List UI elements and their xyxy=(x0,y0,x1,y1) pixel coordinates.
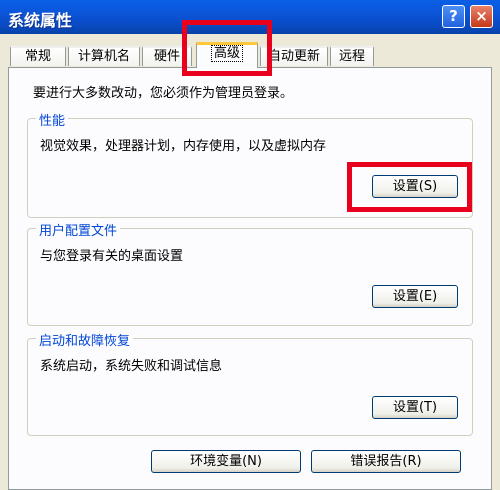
tab-general[interactable]: 常规 xyxy=(10,46,66,66)
startup-recovery-description: 系统启动，系统失败和调试信息 xyxy=(40,359,223,374)
performance-legend: 性能 xyxy=(36,110,69,129)
highlight-box-advanced-tab xyxy=(182,20,272,76)
close-icon: × xyxy=(475,7,488,25)
help-icon: ? xyxy=(449,7,458,25)
user-profiles-legend: 用户配置文件 xyxy=(36,220,121,239)
help-button[interactable]: ? xyxy=(442,5,465,28)
close-button[interactable]: × xyxy=(470,5,493,28)
error-reporting-button[interactable]: 错误报告(R) xyxy=(311,450,461,473)
tab-label: 硬件 xyxy=(153,49,180,64)
startup-recovery-group: 启动和故障恢复 系统启动，系统失败和调试信息 设置(T) xyxy=(27,330,473,436)
performance-description: 视觉效果，处理器计划，内存使用，以及虚拟内存 xyxy=(40,139,327,154)
startup-recovery-settings-button[interactable]: 设置(T) xyxy=(372,396,458,419)
tab-computer-name[interactable]: 计算机名 xyxy=(68,46,140,66)
advanced-tab-panel: 要进行大多数改动，您必须作为管理员登录。 性能 视觉效果，处理器计划，内存使用，… xyxy=(8,67,492,490)
tab-label: 计算机名 xyxy=(77,49,130,64)
user-profiles-settings-button[interactable]: 设置(E) xyxy=(372,285,458,308)
startup-recovery-legend: 启动和故障恢复 xyxy=(36,330,134,349)
environment-variables-button[interactable]: 环境变量(N) xyxy=(151,450,301,473)
window-title: 系统属性 xyxy=(8,11,73,30)
user-profiles-group: 用户配置文件 与您登录有关的桌面设置 设置(E) xyxy=(27,220,473,326)
tab-label: 常规 xyxy=(24,49,51,64)
highlight-box-performance-settings xyxy=(347,162,472,212)
tab-remote[interactable]: 远程 xyxy=(330,46,374,66)
tab-label: 自动更新 xyxy=(267,49,320,64)
admin-notice: 要进行大多数改动，您必须作为管理员登录。 xyxy=(33,86,294,101)
tab-label: 远程 xyxy=(338,49,365,64)
user-profiles-description: 与您登录有关的桌面设置 xyxy=(40,249,184,264)
